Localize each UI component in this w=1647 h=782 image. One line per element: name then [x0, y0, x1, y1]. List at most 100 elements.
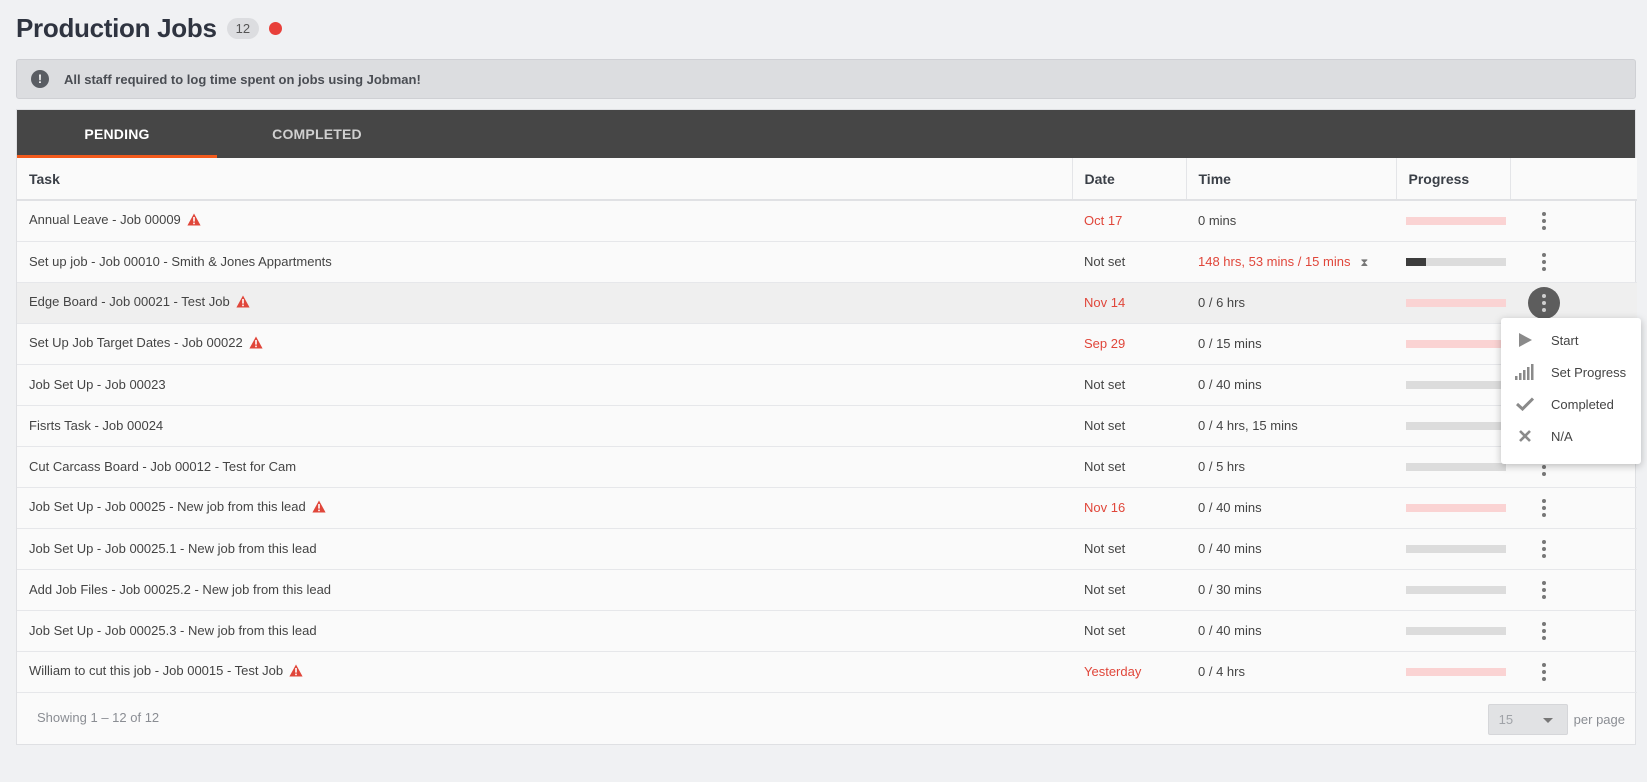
progress-bar [1406, 503, 1506, 512]
cell-date: Not set [1072, 364, 1186, 406]
cell-task: Job Set Up - Job 00023 [17, 364, 1072, 406]
cell-date: Nov 16 [1072, 487, 1186, 529]
task-name: Cut Carcass Board - Job 00012 - Test for… [29, 459, 297, 474]
cell-actions [1510, 241, 1637, 283]
table-row[interactable]: William to cut this job - Job 00015 - Te… [17, 651, 1637, 693]
task-name: Add Job Files - Job 00025.2 - New job fr… [29, 582, 332, 597]
menu-item-na[interactable]: N/A [1501, 420, 1641, 452]
progress-bar [1406, 585, 1506, 594]
cell-progress [1396, 651, 1510, 693]
cell-actions [1510, 651, 1637, 693]
row-actions-kebab-icon[interactable] [1528, 286, 1560, 319]
per-page-select[interactable]: 15 [1487, 703, 1568, 735]
menu-item-set-progress[interactable]: Set Progress [1501, 356, 1641, 388]
warning-icon [289, 664, 303, 680]
cell-progress [1396, 200, 1510, 242]
page-header: Production Jobs 12 [16, 12, 283, 44]
row-actions-kebab-icon[interactable] [1528, 574, 1560, 606]
progress-bar [1406, 667, 1506, 676]
warning-icon [236, 295, 250, 311]
menu-item-completed[interactable]: Completed [1501, 388, 1641, 420]
menu-item-start[interactable]: Start [1501, 324, 1641, 356]
column-header-actions [1510, 158, 1637, 201]
cell-task: Job Set Up - Job 00025.1 - New job from … [17, 528, 1072, 570]
job-count-badge: 12 [226, 17, 260, 39]
cell-date: Sep 29 [1072, 323, 1186, 365]
cell-progress [1396, 405, 1510, 447]
cell-progress [1396, 323, 1510, 365]
table-row[interactable]: Job Set Up - Job 00023 Not set 0 / 40 mins [17, 364, 1637, 406]
cell-date: Not set [1072, 610, 1186, 652]
task-name: Set Up Job Target Dates - Job 00022 [29, 335, 243, 350]
cell-actions [1510, 610, 1637, 652]
table-footer: Showing 1 – 12 of 12 15 per page [17, 693, 1635, 743]
column-header-progress[interactable]: Progress [1396, 158, 1511, 201]
table-row[interactable]: Set Up Job Target Dates - Job 00022 Sep 2… [17, 323, 1637, 365]
table-header-row: Task Date Time Progress [17, 158, 1637, 201]
row-actions-kebab-icon[interactable] [1528, 492, 1560, 524]
progress-bar [1406, 257, 1506, 266]
cell-progress [1396, 569, 1510, 611]
table-row[interactable]: Annual Leave - Job 00009 Oct 17 0 mins [17, 200, 1637, 242]
table-row[interactable]: Job Set Up - Job 00025 - New job from th… [17, 487, 1637, 529]
warning-icon [312, 500, 326, 516]
cell-actions [1510, 282, 1637, 324]
cell-actions [1510, 487, 1637, 529]
warning-icon [249, 336, 263, 352]
table-row[interactable]: Job Set Up - Job 00025.1 - New job from … [17, 528, 1637, 570]
cell-time: 0 mins [1186, 200, 1396, 242]
task-name: Edge Board - Job 00021 - Test Job [29, 294, 230, 309]
progress-bar [1406, 462, 1506, 471]
table-row[interactable]: Add Job Files - Job 00025.2 - New job fr… [17, 569, 1637, 611]
progress-bar [1406, 339, 1506, 348]
column-header-date[interactable]: Date [1072, 158, 1187, 201]
cell-date: Not set [1072, 241, 1186, 283]
cell-actions [1510, 569, 1637, 611]
row-actions-kebab-icon[interactable] [1528, 656, 1560, 688]
cell-task: William to cut this job - Job 00015 - Te… [17, 651, 1072, 693]
task-name: William to cut this job - Job 00015 - Te… [29, 663, 284, 678]
jobs-panel: PENDING COMPLETED Task Date Time Progres… [16, 109, 1637, 745]
warning-icon [187, 213, 201, 229]
cell-task: Job Set Up - Job 00025 - New job from th… [17, 487, 1072, 529]
cell-time: 0 / 40 mins [1186, 364, 1396, 406]
caret-down-icon [1542, 717, 1553, 723]
per-page-control: 15 per page [1487, 703, 1625, 735]
task-name: Job Set Up - Job 00023 [29, 377, 166, 392]
tab-completed[interactable]: COMPLETED [217, 110, 417, 158]
row-context-menu: Start Set Progress Completed N/A [1501, 318, 1641, 464]
signal-bars-icon [1515, 362, 1535, 382]
cell-progress [1396, 282, 1510, 324]
column-header-time[interactable]: Time [1186, 158, 1397, 201]
row-actions-kebab-icon[interactable] [1528, 246, 1560, 278]
column-header-task[interactable]: Task [17, 158, 1073, 201]
table-row[interactable]: Set up job - Job 00010 - Smith & Jones A… [17, 241, 1637, 283]
task-name: Fisrts Task - Job 00024 [29, 418, 164, 433]
cell-progress [1396, 446, 1510, 488]
notice-banner: ! All staff required to log time spent o… [16, 59, 1636, 99]
cell-actions [1510, 528, 1637, 570]
notice-text: All staff required to log time spent on … [64, 71, 421, 87]
task-name: Set up job - Job 00010 - Smith & Jones A… [29, 254, 332, 269]
tab-bar: PENDING COMPLETED [17, 110, 1635, 158]
cell-time: 0 / 15 mins [1186, 323, 1396, 365]
row-actions-kebab-icon[interactable] [1528, 533, 1560, 565]
row-actions-kebab-icon[interactable] [1528, 205, 1560, 237]
cell-progress [1396, 241, 1510, 283]
cell-task: Add Job Files - Job 00025.2 - New job fr… [17, 569, 1072, 611]
tab-pending[interactable]: PENDING [17, 110, 217, 158]
cell-time: 0 / 5 hrs [1186, 446, 1396, 488]
cell-task: Set Up Job Target Dates - Job 00022 [17, 323, 1072, 365]
cell-actions [1510, 200, 1637, 242]
progress-bar [1406, 544, 1506, 553]
cell-date: Not set [1072, 528, 1186, 570]
table-row[interactable]: Fisrts Task - Job 00024 Not set 0 / 4 hrs,… [17, 405, 1637, 447]
table-row[interactable]: Cut Carcass Board - Job 00012 - Test for… [17, 446, 1637, 488]
table-row[interactable]: Job Set Up - Job 00025.3 - New job from … [17, 610, 1637, 652]
status-dot [269, 21, 283, 35]
table-row[interactable]: Edge Board - Job 00021 - Test Job Nov 14 0… [17, 282, 1637, 324]
cell-time: 0 / 4 hrs [1186, 651, 1396, 693]
task-name: Job Set Up - Job 00025.3 - New job from … [29, 623, 317, 638]
row-actions-kebab-icon[interactable] [1528, 615, 1560, 647]
cell-date: Yesterday [1072, 651, 1186, 693]
